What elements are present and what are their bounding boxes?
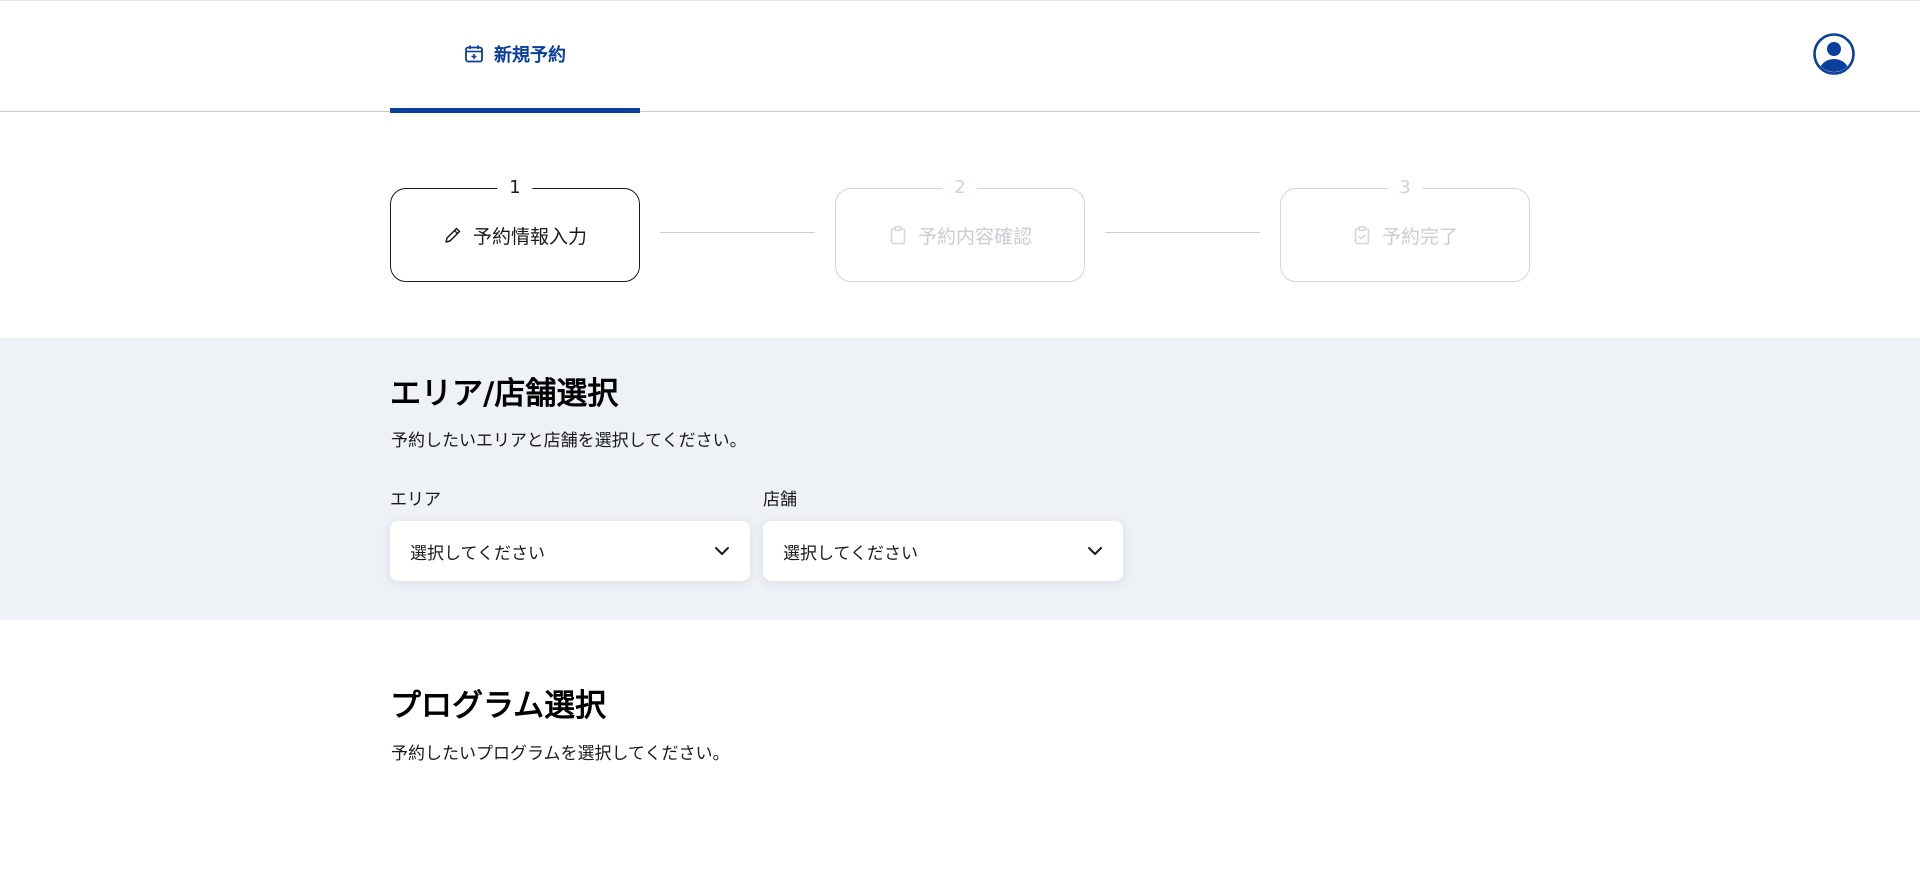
active-tab-indicator bbox=[390, 108, 640, 113]
store-select-value: 選択してください bbox=[783, 543, 918, 564]
calendar-plus-icon bbox=[465, 45, 483, 63]
pencil-icon bbox=[445, 227, 461, 243]
tab-new-reservation[interactable]: 新規予約 bbox=[390, 0, 640, 113]
store-select[interactable]: 選択してください bbox=[763, 521, 1123, 581]
top-border bbox=[0, 0, 1920, 1]
area-store-section: エリア/店舗選択 予約したいエリアと店舗を選択してください。 エリア 選択してく… bbox=[0, 338, 1920, 620]
clipboard-check-icon bbox=[1354, 225, 1370, 245]
user-circle-icon[interactable] bbox=[1813, 33, 1855, 75]
area-section-description: 予約したいエリアと店舗を選択してください。 bbox=[391, 431, 747, 451]
step-3-label: 予約完了 bbox=[1381, 225, 1458, 248]
program-section-description: 予約したいプログラムを選択してください。 bbox=[391, 744, 730, 764]
step-2-label: 予約内容確認 bbox=[917, 225, 1032, 248]
step-3-number: 3 bbox=[1387, 177, 1423, 199]
step-3: 3 予約完了 bbox=[1280, 177, 1530, 282]
step-1-number: 1 bbox=[497, 177, 533, 199]
chevron-down-icon bbox=[1088, 547, 1102, 555]
clipboard-icon bbox=[890, 225, 906, 245]
tab-new-reservation-label: 新規予約 bbox=[494, 45, 566, 66]
step-2: 2 予約内容確認 bbox=[835, 177, 1085, 282]
area-section-title: エリア/店舗選択 bbox=[390, 376, 619, 412]
step-2-number: 2 bbox=[942, 177, 978, 199]
area-select[interactable]: 選択してください bbox=[390, 521, 750, 581]
top-header: 新規予約 bbox=[0, 0, 1920, 113]
chevron-down-icon bbox=[715, 547, 729, 555]
area-field-label: エリア bbox=[390, 490, 441, 510]
area-select-value: 選択してください bbox=[410, 543, 545, 564]
progress-stepper: 1 予約情報入力 2 予約内容確認 3 予約完了 bbox=[390, 177, 1530, 282]
step-1-label: 予約情報入力 bbox=[472, 225, 587, 248]
store-field-label: 店舗 bbox=[763, 490, 797, 510]
step-1: 1 予約情報入力 bbox=[390, 177, 640, 282]
step-connector bbox=[660, 232, 815, 233]
step-connector bbox=[1105, 232, 1260, 233]
program-section-title: プログラム選択 bbox=[390, 688, 607, 724]
